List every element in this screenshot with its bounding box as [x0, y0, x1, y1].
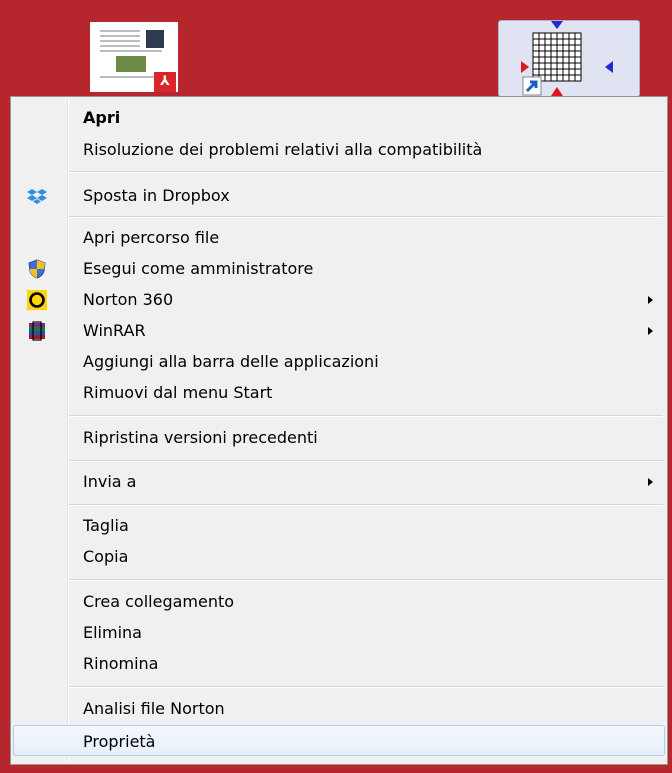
menu-item-label: Analisi file Norton	[83, 699, 225, 718]
menu-item-label: Crea collegamento	[83, 592, 235, 611]
menu-item-delete[interactable]: Elimina	[13, 617, 665, 648]
menu-item-label: Risoluzione dei problemi relativi alla c…	[83, 140, 483, 159]
menu-separator	[69, 460, 663, 462]
winrar-icon	[27, 321, 47, 341]
menu-item-cut[interactable]: Taglia	[13, 510, 665, 541]
submenu-arrow-icon	[648, 327, 653, 335]
menu-separator	[69, 171, 663, 173]
menu-item-label: Norton 360	[83, 290, 174, 309]
menu-item-norton-file-scan[interactable]: Analisi file Norton	[13, 693, 665, 724]
menu-item-label: Proprietà	[83, 732, 156, 751]
submenu-arrow-icon	[648, 478, 653, 486]
menu-item-label: Taglia	[83, 516, 129, 535]
menu-item-label: Sposta in Dropbox	[83, 186, 230, 205]
dropbox-icon	[27, 186, 47, 206]
submenu-arrow-icon	[648, 296, 653, 304]
menu-item-norton-360[interactable]: Norton 360	[13, 284, 665, 315]
menu-separator	[69, 415, 663, 417]
menu-item-label: Apri	[83, 108, 121, 127]
menu-item-label: Esegui come amministratore	[83, 259, 314, 278]
menu-item-pin-to-taskbar[interactable]: Aggiungi alla barra delle applicazioni	[13, 346, 665, 377]
menu-item-rename[interactable]: Rinomina	[13, 648, 665, 679]
menu-item-send-to[interactable]: Invia a	[13, 466, 665, 497]
menu-item-winrar[interactable]: WinRAR	[13, 315, 665, 346]
menu-separator	[69, 216, 663, 218]
menu-item-label: Copia	[83, 547, 129, 566]
menu-item-label: Aggiungi alla barra delle applicazioni	[83, 352, 379, 371]
menu-item-copy[interactable]: Copia	[13, 541, 665, 572]
menu-item-label: WinRAR	[83, 321, 146, 340]
menu-separator	[69, 686, 663, 688]
menu-item-move-to-dropbox[interactable]: Sposta in Dropbox	[13, 180, 665, 211]
menu-separator	[69, 504, 663, 506]
menu-item-label: Rimuovi dal menu Start	[83, 383, 273, 402]
menu-item-run-as-admin[interactable]: Esegui come amministratore	[13, 253, 665, 284]
menu-item-label: Elimina	[83, 623, 142, 642]
menu-item-label: Apri percorso file	[83, 228, 220, 247]
uac-shield-icon	[27, 259, 47, 279]
menu-item-compatibility-troubleshoot[interactable]: Risoluzione dei problemi relativi alla c…	[13, 134, 665, 165]
menu-item-label: Rinomina	[83, 654, 159, 673]
norton-icon	[27, 290, 47, 310]
menu-item-restore-previous-versions[interactable]: Ripristina versioni precedenti	[13, 422, 665, 453]
grid-shortcut-icon[interactable]	[498, 20, 640, 97]
acrobat-badge-icon: ⅄	[154, 72, 176, 92]
menu-separator	[69, 579, 663, 581]
menu-item-properties[interactable]: Proprietà	[13, 725, 665, 756]
menu-item-open-file-location[interactable]: Apri percorso file	[13, 222, 665, 253]
menu-item-open[interactable]: Apri	[13, 102, 665, 133]
menu-item-label: Invia a	[83, 472, 137, 491]
menu-item-create-shortcut[interactable]: Crea collegamento	[13, 586, 665, 617]
context-menu: Apri Risoluzione dei problemi relativi a…	[10, 96, 668, 765]
desktop-area: ⅄	[0, 0, 672, 97]
pdf-file-icon[interactable]: ⅄	[90, 22, 178, 92]
menu-item-remove-from-start[interactable]: Rimuovi dal menu Start	[13, 377, 665, 408]
menu-item-label: Ripristina versioni precedenti	[83, 428, 318, 447]
